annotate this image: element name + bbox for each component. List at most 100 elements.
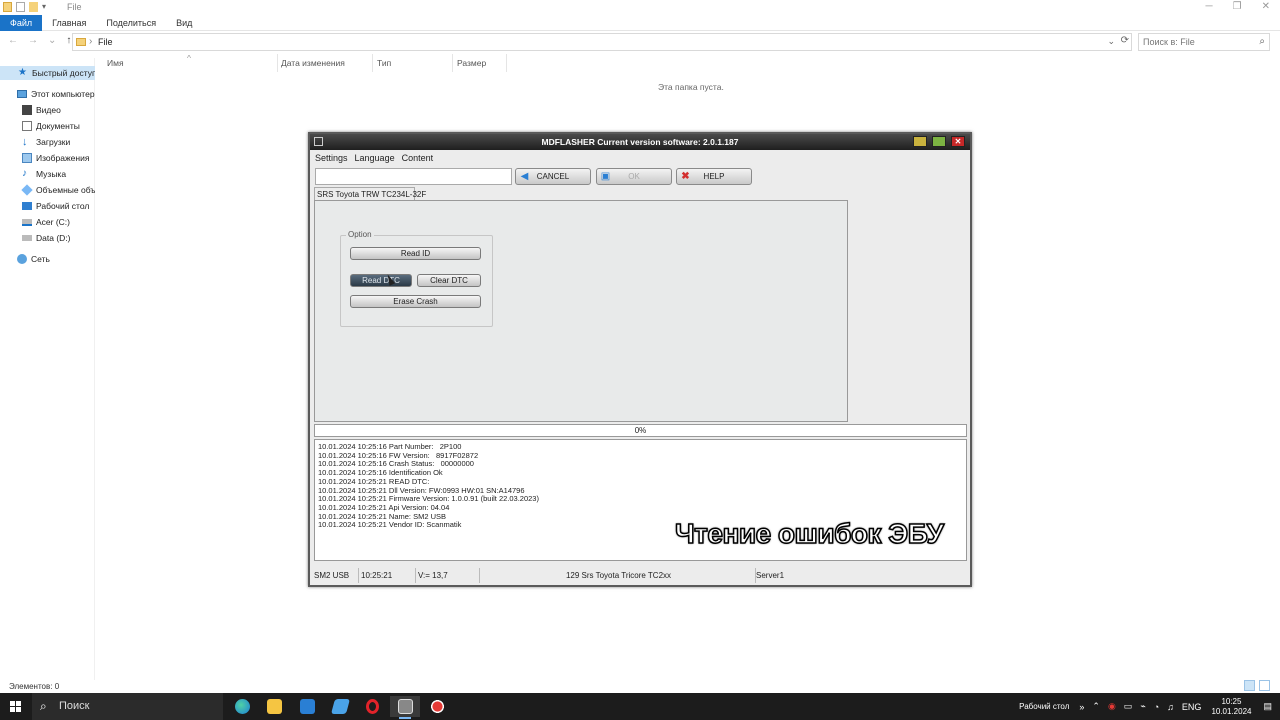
menu-settings[interactable]: Settings <box>315 153 348 163</box>
search-icon[interactable]: ⌕ <box>1259 36 1265 47</box>
network-icon[interactable]: ⌁ <box>1140 701 1145 712</box>
notifications-icon[interactable]: ▤ <box>1263 701 1272 712</box>
explorer-titlebar: ▾ File ─ ❐ ✕ <box>0 0 1280 15</box>
large-icons-view-icon[interactable] <box>1259 680 1270 691</box>
refresh-icon[interactable]: ⟳ <box>1121 35 1129 46</box>
minimize-button[interactable] <box>913 136 927 147</box>
help-label: HELP <box>703 172 725 181</box>
sidebar-item-network[interactable]: Сеть <box>0 252 95 266</box>
opera-app[interactable] <box>357 696 387 717</box>
volume-icon[interactable]: ♫ <box>1167 702 1174 712</box>
read-dtc-button[interactable]: Read DTC <box>350 274 412 287</box>
star-icon: ★ <box>18 67 27 78</box>
start-button[interactable] <box>0 693 32 720</box>
read-id-button[interactable]: Read ID <box>350 247 481 260</box>
details-view-icon[interactable] <box>1244 680 1255 691</box>
sidebar-item-drive-c[interactable]: Acer (C:) <box>0 215 95 229</box>
back-arrow-icon: ◀ <box>520 171 529 182</box>
properties-icon[interactable] <box>16 2 25 12</box>
wifi-icon[interactable]: ◔ <box>1154 702 1159 712</box>
recorder-app[interactable] <box>422 696 452 717</box>
status-module: 129 Srs Toyota Tricore TC2xx <box>480 568 756 583</box>
clear-dtc-button[interactable]: Clear DTC <box>417 274 481 287</box>
sidebar-item-video[interactable]: Видео <box>0 103 95 117</box>
show-more-icon[interactable]: » <box>1079 702 1084 712</box>
menu-language[interactable]: Language <box>355 153 395 163</box>
clock-time: 10:25 <box>1221 696 1242 706</box>
taskbar-search[interactable]: ⌕ Поиск <box>32 693 223 720</box>
mdflasher-icon <box>397 699 413 714</box>
record-status-icon[interactable]: ◉ <box>1108 701 1116 712</box>
desktop-toolbar-label[interactable]: Рабочий стол <box>1019 702 1069 711</box>
maximize-button[interactable] <box>932 136 946 147</box>
search-box[interactable]: ⌕ <box>1138 33 1270 51</box>
breadcrumb-chevron-icon[interactable]: › <box>89 36 92 47</box>
taskbar: ⌕ Поиск Рабочий стол » ⌃ ◉ ▭ ⌁ ◔ ♫ ENG 1… <box>0 693 1280 720</box>
tab-share[interactable]: Поделиться <box>96 15 166 31</box>
save-icon: ▣ <box>600 171 611 182</box>
sidebar-item-pictures[interactable]: Изображения <box>0 151 95 165</box>
sidebar-item-drive-d[interactable]: Data (D:) <box>0 231 95 245</box>
pictures-icon <box>22 153 32 163</box>
address-dropdown-icon[interactable]: ⌄ <box>1107 36 1115 47</box>
up-arrow-icon[interactable]: ↑ <box>66 35 71 46</box>
sidebar-item-downloads[interactable]: ↓ Загрузки <box>0 135 95 149</box>
column-header-type[interactable]: Тип <box>377 58 391 68</box>
maximize-button[interactable]: ❐ <box>1233 1 1242 12</box>
search-input[interactable] <box>1139 34 1249 50</box>
language-indicator[interactable]: ENG <box>1182 702 1202 712</box>
battery-icon[interactable]: ▭ <box>1124 701 1133 712</box>
chevron-down-icon[interactable]: ▾ <box>42 2 46 12</box>
computer-icon <box>17 90 27 98</box>
sidebar-item-3d-objects[interactable]: Объемные объе <box>0 183 95 197</box>
sidebar-item-music[interactable]: ♪ Музыка <box>0 167 95 181</box>
breadcrumb[interactable]: File <box>98 37 113 47</box>
column-header-name[interactable]: Имя <box>107 58 124 68</box>
cancel-label: CANCEL <box>536 172 570 181</box>
opera-icon <box>365 699 379 714</box>
tab-view[interactable]: Вид <box>166 15 202 31</box>
column-header-date[interactable]: Дата изменения <box>281 58 345 68</box>
back-arrow-icon[interactable]: ← <box>8 35 18 46</box>
mdflasher-menu: Settings Language Content <box>310 151 970 165</box>
sidebar-item-desktop[interactable]: Рабочий стол <box>0 199 95 213</box>
help-button[interactable]: ✖ HELP <box>676 168 752 185</box>
store-app[interactable] <box>325 696 355 717</box>
ok-button[interactable]: ▣ OK <box>596 168 672 185</box>
sidebar-item-label: Рабочий стол <box>36 201 90 211</box>
mdflasher-app[interactable] <box>390 696 420 719</box>
edge-app[interactable] <box>227 696 257 717</box>
clock[interactable]: 10:25 10.01.2024 <box>1211 697 1251 717</box>
column-header-size[interactable]: Размер <box>457 58 486 68</box>
close-button[interactable]: ✕ <box>951 136 965 147</box>
menu-content[interactable]: Content <box>402 153 434 163</box>
sidebar-item-this-pc[interactable]: Этот компьютер <box>0 87 95 101</box>
column-headers: Имя ^ Дата изменения Тип Размер <box>96 53 516 72</box>
forward-arrow-icon[interactable]: → <box>28 35 38 46</box>
mdflasher-titlebar: MDFLASHER Current version software: 2.0.… <box>310 134 970 150</box>
cancel-button[interactable]: ◀ CANCEL <box>515 168 591 185</box>
sidebar-item-label: Загрузки <box>36 137 71 147</box>
status-voltage: V:= 13,7 <box>416 568 480 583</box>
explorer-app[interactable] <box>259 696 289 717</box>
erase-crash-button[interactable]: Erase Crash <box>350 295 481 308</box>
tab-file[interactable]: Файл <box>0 14 43 31</box>
mail-app[interactable] <box>292 696 322 717</box>
tab-srs-toyota[interactable]: SRS Toyota TRW TC234L-32F <box>314 187 426 201</box>
chevron-up-icon[interactable]: ⌃ <box>1092 701 1100 712</box>
address-bar[interactable]: › File ⌄ ⟳ <box>72 33 1132 51</box>
folder-icon <box>266 699 282 714</box>
recent-chevron-icon[interactable]: ⌄ <box>48 35 56 46</box>
status-server: Server1 <box>756 571 785 580</box>
empty-folder-message: Эта папка пуста. <box>658 82 724 92</box>
command-input[interactable] <box>315 168 512 185</box>
new-folder-icon[interactable] <box>29 2 38 12</box>
sidebar-item-quick-access[interactable]: ★ Быстрый доступ <box>0 66 95 80</box>
sidebar-item-documents[interactable]: Документы <box>0 119 95 133</box>
video-icon <box>22 105 32 115</box>
tab-home[interactable]: Главная <box>42 15 96 31</box>
minimize-button[interactable]: ─ <box>1206 1 1213 12</box>
progress-bar: 0% <box>314 424 967 437</box>
mdflasher-status-bar: SM2 USB 10:25:21 V:= 13,7 129 Srs Toyota… <box>312 568 968 583</box>
close-button[interactable]: ✕ <box>1262 1 1270 12</box>
